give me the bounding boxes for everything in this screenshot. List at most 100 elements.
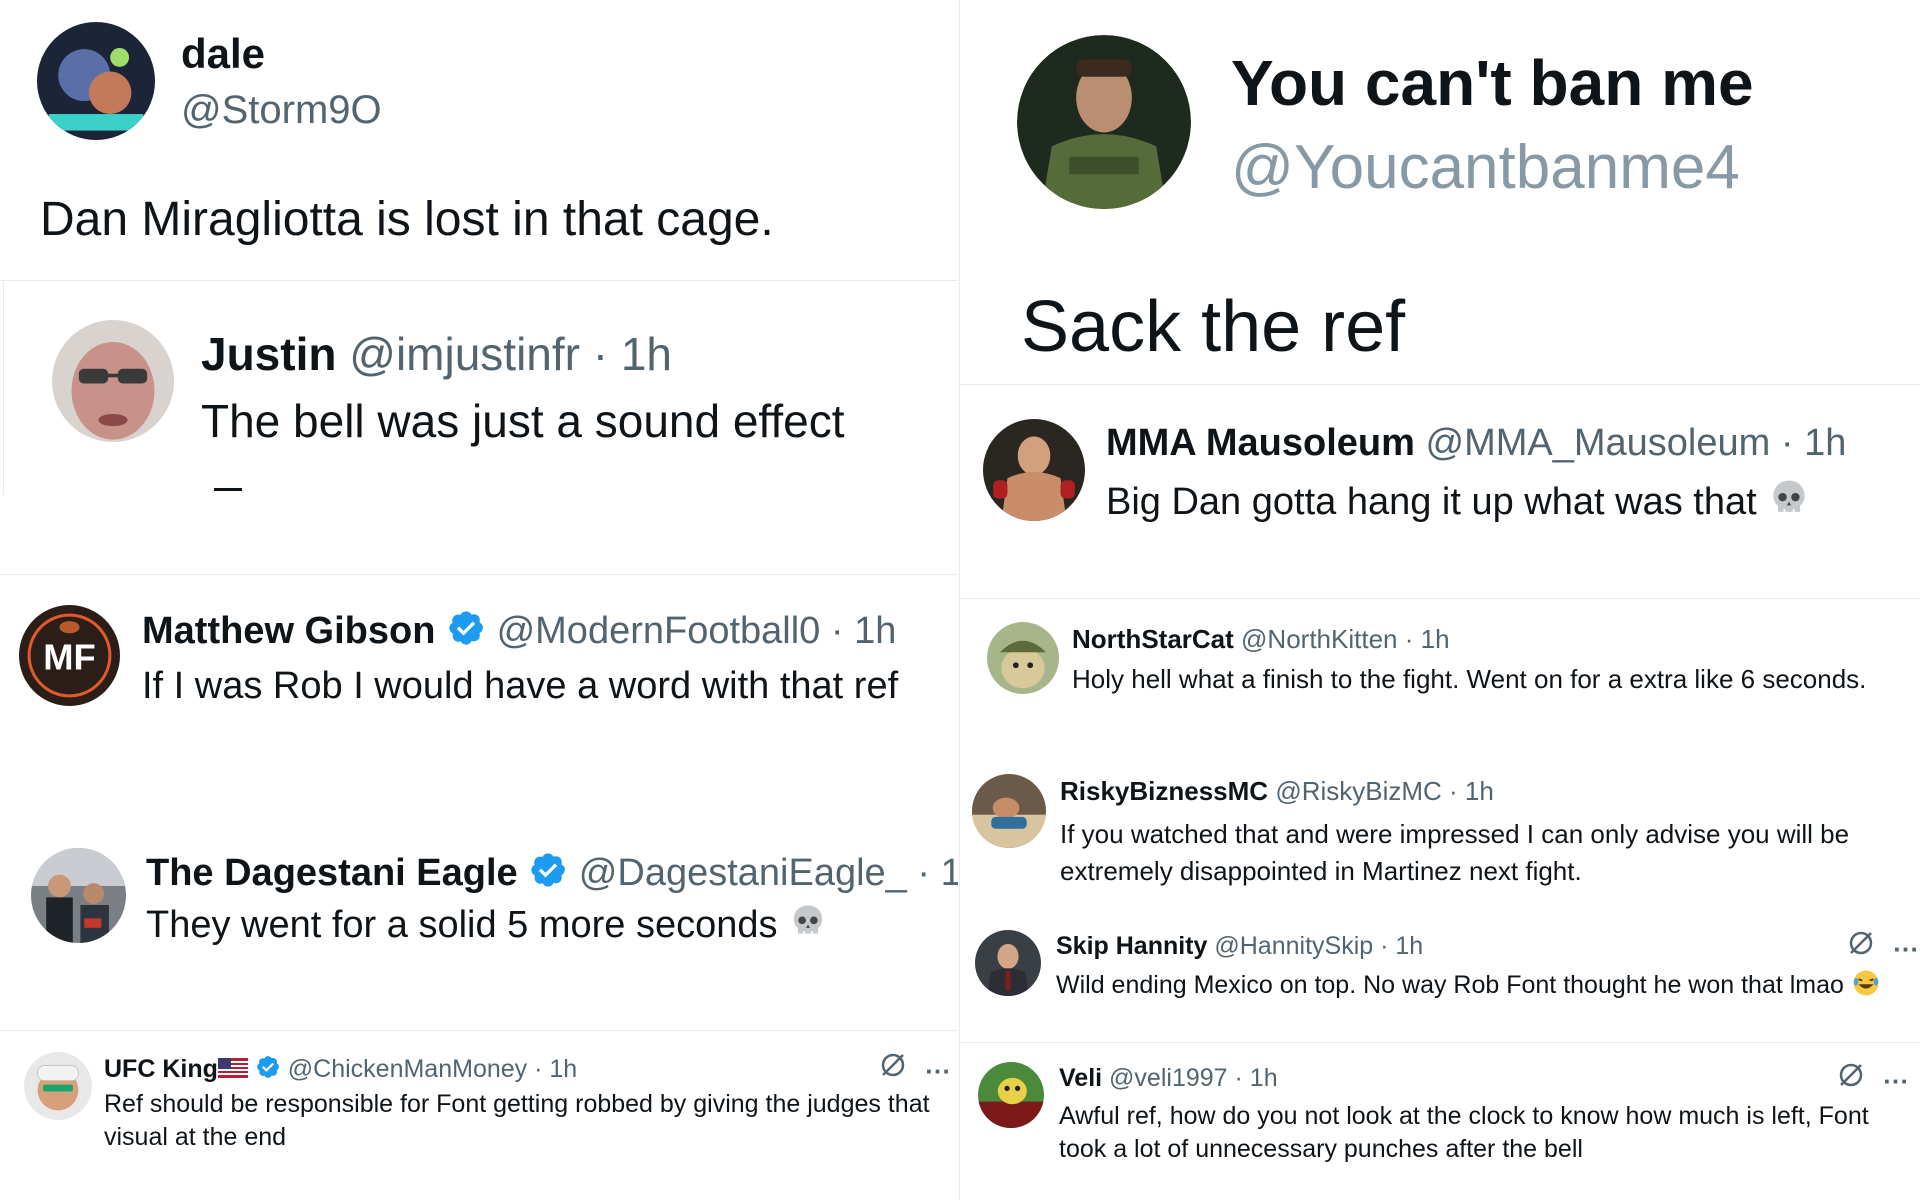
timestamp[interactable]: · 1h — [1380, 932, 1423, 960]
tweet-text-line: Awful ref, how do you not look at the cl… — [1059, 1102, 1869, 1130]
divider — [960, 598, 1920, 599]
avatar[interactable] — [987, 622, 1059, 694]
tweet-justin[interactable]: Justin @imjustinfr · 1h The bell was jus… — [4, 282, 958, 494]
tweet-text: Dan Miragliotta is lost in that cage. — [40, 193, 774, 246]
timestamp[interactable]: · 1h — [593, 328, 672, 380]
tweet-dagestani-eagle[interactable]: The Dagestani Eagle @DagestaniEagle_ · 1… — [0, 830, 958, 1030]
display-name[interactable]: Matthew Gibson — [142, 610, 435, 652]
user-handle[interactable]: @NorthKitten — [1241, 624, 1397, 654]
tweet-header: RiskyBiznessMC @RiskyBizMC · 1h — [1060, 776, 1494, 807]
tweet-veli[interactable]: Veli @veli1997 · 1h ··· Awful ref, how d… — [960, 1044, 1920, 1200]
display-name[interactable]: You can't ban me — [1231, 46, 1754, 120]
user-handle[interactable]: @Youcantbanme4 — [1231, 132, 1740, 203]
skull-emoji-icon — [788, 902, 828, 952]
avatar[interactable] — [972, 774, 1046, 848]
tweet-dale[interactable]: dale @Storm9O Dan Miragliotta is lost in… — [0, 0, 958, 280]
tweet-header: Veli @veli1997 · 1h — [1059, 1064, 1278, 1093]
tweet-matthew-gibson[interactable]: MF Matthew Gibson @ModernFootball0 · 1h … — [0, 578, 958, 808]
display-name[interactable]: NorthStarCat — [1072, 624, 1234, 654]
more-icon[interactable]: ··· — [1893, 934, 1919, 964]
tweet-text: Big Dan gotta hang it up what was that — [1106, 481, 1757, 524]
tweet-text: They went for a solid 5 more seconds — [146, 904, 778, 947]
timestamp[interactable]: · 1h — [1781, 422, 1846, 464]
grok-icon[interactable] — [1846, 931, 1876, 964]
verified-badge-icon — [255, 1054, 281, 1087]
tweet-mma-mausoleum[interactable]: MMA Mausoleum @MMA_Mausoleum · 1h Big Da… — [960, 386, 1920, 598]
avatar[interactable] — [52, 320, 174, 442]
user-handle[interactable]: @ModernFootball0 — [497, 610, 821, 652]
divider — [960, 1042, 1920, 1043]
tweet-text: Wild ending Mexico on top. No way Rob Fo… — [1056, 971, 1844, 1000]
timestamp[interactable]: · 1h — [1235, 1064, 1278, 1092]
tweet-header: UFC King @ChickenManMoney · 1h — [104, 1054, 577, 1087]
more-icon[interactable]: ··· — [925, 1056, 951, 1086]
tweet-text: The bell was just a sound effect — [201, 395, 845, 447]
tweet-actions: ··· — [878, 1050, 951, 1087]
grok-icon[interactable] — [878, 1053, 908, 1086]
user-handle[interactable]: @ChickenManMoney — [288, 1055, 527, 1083]
display-name[interactable]: The Dagestani Eagle — [146, 852, 518, 894]
divider — [0, 574, 958, 575]
tweet-text: Ref should be responsible for Font getti… — [104, 1088, 930, 1154]
divider — [960, 384, 1920, 385]
avatar-text: MF — [43, 637, 96, 678]
display-name[interactable]: dale — [181, 30, 265, 78]
tweet-youcantbanme[interactable]: You can't ban me @Youcantbanme4 Sack the… — [960, 0, 1920, 384]
skull-emoji-icon — [1767, 477, 1811, 531]
display-name[interactable]: Justin — [201, 328, 336, 380]
avatar[interactable] — [31, 848, 126, 943]
tweet-text-row: Big Dan gotta hang it up what was that — [1106, 477, 1811, 531]
tweet-text: Holy hell what a finish to the fight. We… — [1072, 664, 1867, 694]
avatar[interactable]: MF — [19, 605, 120, 706]
user-handle[interactable]: @imjustinfr — [349, 328, 580, 380]
tweet-text: Awful ref, how do you not look at the cl… — [1059, 1100, 1869, 1166]
timestamp[interactable]: · 1h — [917, 852, 958, 894]
user-handle[interactable]: @Storm9O — [181, 88, 382, 133]
tweet-text-line: took a lot of unnecessary punches after … — [1059, 1135, 1583, 1163]
tweet-actions: ··· — [1846, 928, 1919, 965]
tweet-skip-hannity[interactable]: Skip Hannity @HannitySkip · 1h ··· Wild … — [960, 914, 1920, 1042]
avatar[interactable] — [978, 1062, 1044, 1128]
tweet-text-line: visual at the end — [104, 1123, 287, 1151]
tweet-header: Matthew Gibson @ModernFootball0 · 1h — [142, 608, 896, 658]
user-handle[interactable]: @veli1997 — [1109, 1064, 1228, 1092]
timestamp[interactable]: · 1h — [831, 610, 896, 652]
tweet-text: If you watched that and were impressed I… — [1060, 816, 1849, 890]
user-handle[interactable]: @MMA_Mausoleum — [1426, 422, 1771, 464]
tweet-header: The Dagestani Eagle @DagestaniEagle_ · 1… — [146, 850, 958, 900]
us-flag-icon — [217, 1056, 248, 1085]
tweet-ufc-king[interactable]: UFC King @ChickenManMoney · 1h ··· Ref s… — [0, 1032, 958, 1200]
user-handle[interactable]: @HannitySkip — [1214, 932, 1373, 960]
divider — [0, 1030, 958, 1031]
avatar[interactable] — [24, 1052, 92, 1120]
display-name[interactable]: UFC King — [104, 1055, 218, 1083]
display-name[interactable]: Skip Hannity — [1056, 932, 1207, 960]
tweet-northstarcat[interactable]: NorthStarCat @NorthKitten · 1h Holy hell… — [960, 600, 1920, 750]
display-name[interactable]: Veli — [1059, 1064, 1102, 1092]
truncated-line — [214, 488, 242, 491]
tweet-text-row: They went for a solid 5 more seconds — [146, 902, 828, 952]
display-name[interactable]: MMA Mausoleum — [1106, 422, 1415, 464]
more-icon[interactable]: ··· — [1883, 1066, 1909, 1096]
laughing-emoji-icon — [1851, 968, 1881, 1005]
tweet-header: MMA Mausoleum @MMA_Mausoleum · 1h — [1106, 422, 1846, 465]
tweet-text-row: Wild ending Mexico on top. No way Rob Fo… — [1056, 968, 1881, 1005]
user-handle[interactable]: @RiskyBizMC — [1275, 776, 1442, 806]
tweet-riskybiznessmc[interactable]: RiskyBiznessMC @RiskyBizMC · 1h If you w… — [960, 760, 1920, 910]
avatar[interactable] — [983, 419, 1085, 521]
timestamp[interactable]: · 1h — [1449, 776, 1494, 806]
timestamp[interactable]: · 1h — [534, 1055, 577, 1083]
user-handle[interactable]: @DagestaniEagle_ — [579, 852, 907, 894]
tweet-text-line: extremely disappointed in Martinez next … — [1060, 856, 1582, 886]
avatar[interactable] — [975, 930, 1041, 996]
avatar[interactable] — [37, 22, 155, 140]
avatar[interactable] — [1017, 35, 1191, 209]
tweet-text-line: If you watched that and were impressed I… — [1060, 819, 1850, 849]
timestamp[interactable]: · 1h — [1405, 624, 1450, 654]
divider — [0, 280, 958, 281]
tweet-header: Justin @imjustinfr · 1h — [201, 327, 672, 381]
display-name[interactable]: RiskyBiznessMC — [1060, 776, 1268, 806]
tweet-text: Sack the ref — [1021, 287, 1406, 367]
tweet-header: Skip Hannity @HannitySkip · 1h — [1056, 932, 1423, 961]
grok-icon[interactable] — [1836, 1063, 1866, 1096]
